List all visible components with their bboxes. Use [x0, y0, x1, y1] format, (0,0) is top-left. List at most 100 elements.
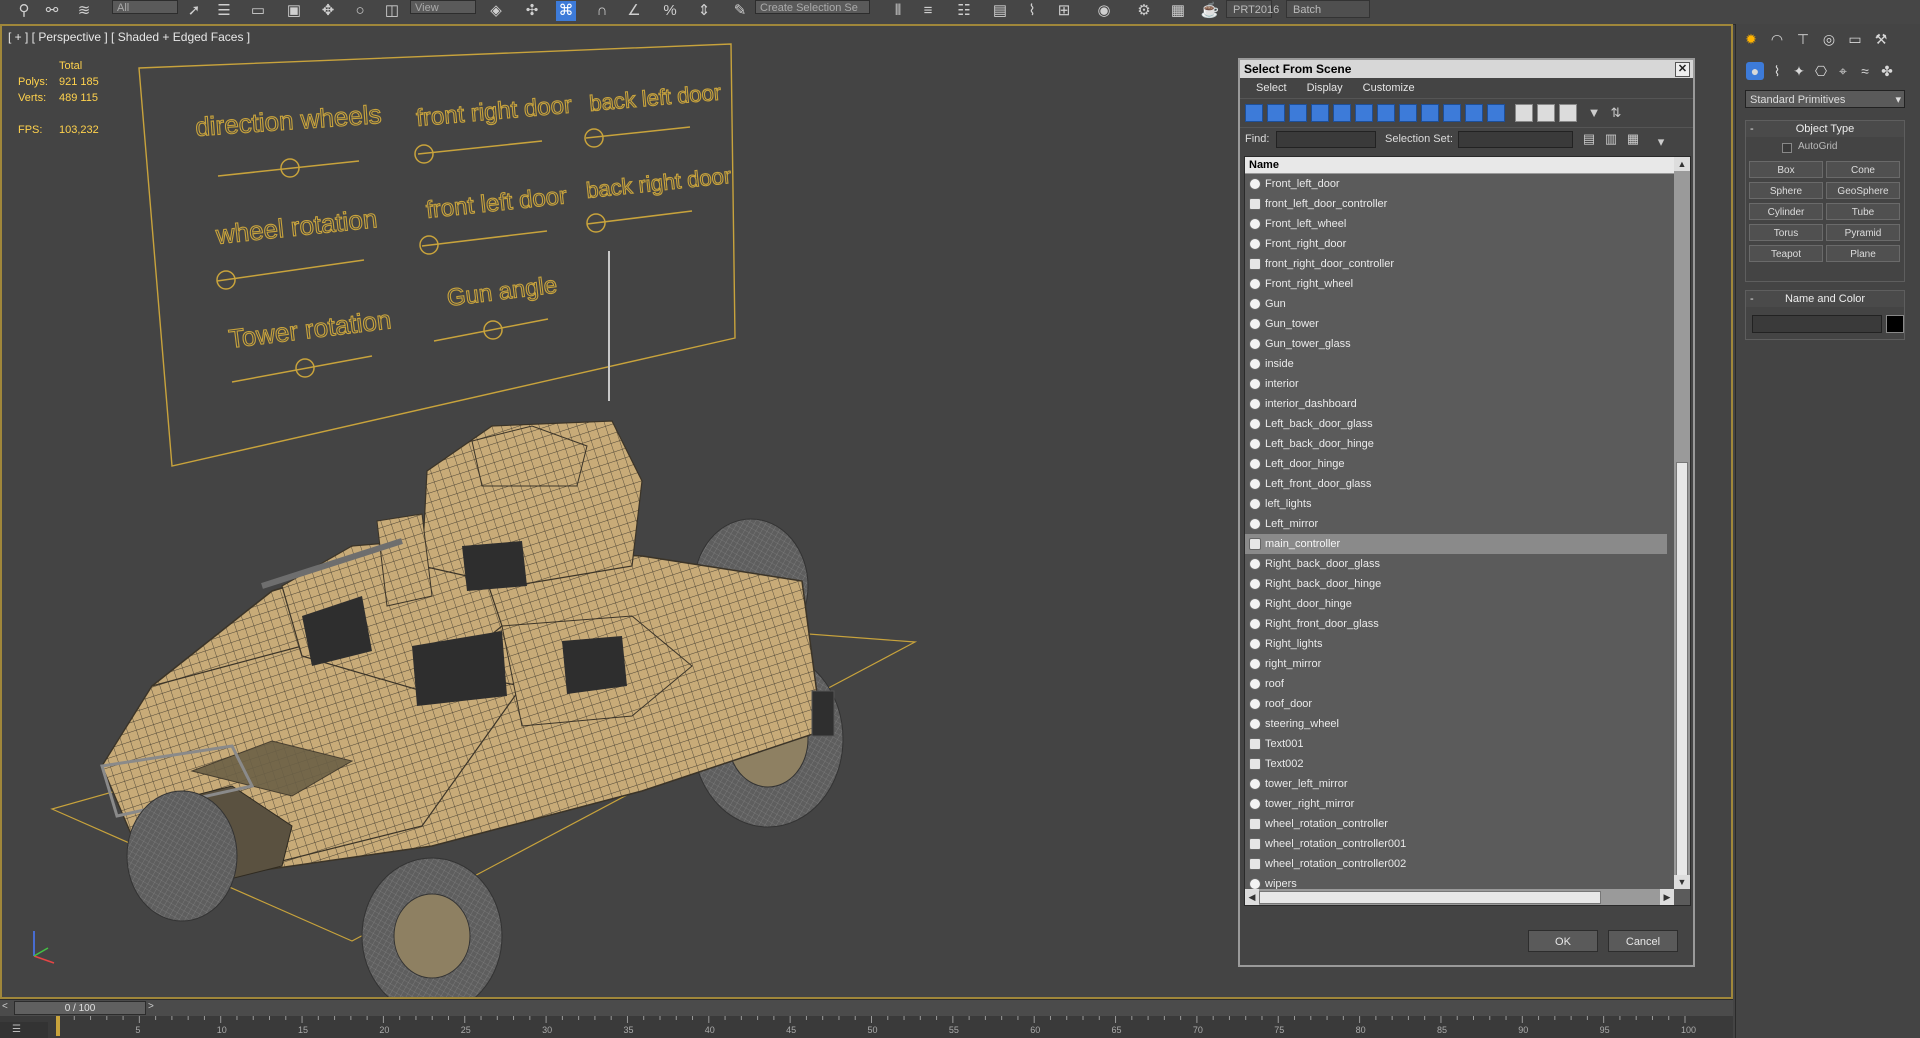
render-icon[interactable]: ☕ [1200, 1, 1220, 21]
list-item[interactable]: steering_wheel [1245, 714, 1667, 734]
rotate-icon[interactable]: ○ [350, 1, 370, 21]
display-lights-icon[interactable] [1289, 104, 1307, 122]
select-object-icon[interactable]: ➚ [184, 1, 204, 21]
list-item[interactable]: Right_back_door_hinge [1245, 574, 1667, 594]
cameras-icon[interactable]: ⎔ [1812, 62, 1830, 80]
unlink-icon[interactable]: ⚯ [42, 1, 62, 21]
dialog-titlebar[interactable]: Select From Scene ✕ [1240, 60, 1693, 78]
chevron-down-icon[interactable]: ▾ [1652, 133, 1670, 151]
cancel-button[interactable]: Cancel [1608, 930, 1678, 952]
primitive-sphere-button[interactable]: Sphere [1749, 182, 1823, 199]
window-crossing-icon[interactable]: ▣ [284, 1, 304, 21]
primitive-pyramid-button[interactable]: Pyramid [1826, 224, 1900, 241]
column-header-name[interactable]: Name [1245, 157, 1690, 174]
selection-set-dropdown[interactable] [1458, 131, 1573, 148]
named-selection-dropdown[interactable]: Create Selection Se [755, 0, 870, 14]
select-by-name-icon[interactable]: ☰ [214, 1, 234, 21]
mini-listener-icon[interactable]: ☰ [12, 1024, 21, 1035]
list-item[interactable]: interior [1245, 374, 1667, 394]
current-frame-marker[interactable] [56, 1016, 60, 1036]
display-bones-icon[interactable] [1421, 104, 1439, 122]
track-bar[interactable]: 5 10 15 20 25 30 35 40 45 50 55 60 65 70 75 80 85 90 95 100 [0, 1016, 1733, 1038]
spacewarps-icon[interactable]: ≈ [1856, 62, 1874, 80]
systems-icon[interactable]: ✤ [1878, 62, 1896, 80]
helpers-icon[interactable]: ⌖ [1834, 62, 1852, 80]
sort-icon[interactable]: ⇅ [1607, 104, 1625, 122]
rect-selection-icon[interactable]: ▭ [248, 1, 268, 21]
object-color-swatch[interactable] [1886, 315, 1904, 333]
angle-snap-icon[interactable]: ∠ [624, 1, 644, 21]
humvee-model[interactable] [100, 420, 844, 997]
display-panel-icon[interactable]: ▭ [1846, 30, 1864, 48]
select-invert-icon[interactable] [1559, 104, 1577, 122]
shapes-icon[interactable]: ⌇ [1768, 62, 1786, 80]
rendered-frame-icon[interactable]: ▦ [1168, 1, 1188, 21]
batch-render-button[interactable]: Batch Render... [1286, 0, 1370, 18]
mirror-icon[interactable]: ⫴ [888, 1, 908, 21]
list-item[interactable]: wheel_rotation_controller002 [1245, 854, 1667, 874]
close-icon[interactable]: ✕ [1675, 62, 1690, 77]
primitive-plane-button[interactable]: Plane [1826, 245, 1900, 262]
menu-select[interactable]: Select [1256, 78, 1287, 98]
vertical-scrollbar[interactable]: ▲ ▼ [1674, 157, 1690, 889]
category-dropdown[interactable]: Standard Primitives ▾ [1745, 90, 1905, 108]
time-slider[interactable]: 0 / 100 [14, 1001, 146, 1015]
link-icon[interactable]: ⚲ [14, 1, 34, 21]
reference-coord-dropdown[interactable]: View [410, 0, 476, 14]
list-item[interactable]: Left_back_door_glass [1245, 414, 1667, 434]
list-item[interactable]: wheel_rotation_controller001 [1245, 834, 1667, 854]
list-item[interactable]: Left_mirror [1245, 514, 1667, 534]
primitive-cylinder-button[interactable]: Cylinder [1749, 203, 1823, 220]
schematic-view-icon[interactable]: ⊞ [1054, 1, 1074, 21]
scroll-down-arrow[interactable]: ▼ [1674, 875, 1690, 889]
horizontal-scrollbar[interactable]: ◀ ▶ [1245, 889, 1674, 905]
scale-icon[interactable]: ◫ [382, 1, 402, 21]
list-item[interactable]: tower_left_mirror [1245, 774, 1667, 794]
list-item[interactable]: interior_dashboard [1245, 394, 1667, 414]
scroll-thumb[interactable] [1676, 462, 1688, 884]
scroll-up-arrow[interactable]: ▲ [1674, 157, 1690, 171]
menu-display[interactable]: Display [1307, 78, 1343, 98]
menu-customize[interactable]: Customize [1363, 78, 1415, 98]
list-item[interactable]: Gun_tower_glass [1245, 334, 1667, 354]
object-type-header[interactable]: - Object Type [1746, 121, 1904, 137]
prev-frame-arrow[interactable]: < [2, 1001, 8, 1012]
list-item[interactable]: right_mirror [1245, 654, 1667, 674]
add-selection-set-icon[interactable]: ▤ [1580, 130, 1598, 148]
curve-editor-icon[interactable]: ⌇ [1022, 1, 1042, 21]
select-all-icon[interactable] [1515, 104, 1533, 122]
pivot-center-icon[interactable]: ◈ [486, 1, 506, 21]
select-manipulate-icon[interactable]: ✣ [522, 1, 542, 21]
ok-button[interactable]: OK [1528, 930, 1598, 952]
list-item[interactable]: Right_lights [1245, 634, 1667, 654]
render-setup-icon[interactable]: ⚙ [1134, 1, 1154, 21]
display-geometry-icon[interactable] [1245, 104, 1263, 122]
list-item[interactable]: Left_door_hinge [1245, 454, 1667, 474]
display-hidden-icon[interactable] [1487, 104, 1505, 122]
scene-object-list[interactable]: Name Front_left_door front_left_door_cont… [1244, 156, 1691, 906]
geometry-icon[interactable]: ● [1746, 62, 1764, 80]
slider-wheel-rotation[interactable] [216, 259, 365, 290]
list-item[interactable]: Front_right_door [1245, 234, 1667, 254]
display-spacewarps-icon[interactable] [1355, 104, 1373, 122]
next-frame-arrow[interactable]: > [148, 1001, 154, 1012]
slider-front-right-door[interactable] [414, 140, 543, 164]
graphite-toolbox-icon[interactable]: ▤ [990, 1, 1010, 21]
primitive-torus-button[interactable]: Torus [1749, 224, 1823, 241]
name-and-color-header[interactable]: - Name and Color [1746, 291, 1904, 307]
list-item[interactable]: Right_front_door_glass [1245, 614, 1667, 634]
list-item[interactable]: Front_left_door [1245, 174, 1667, 194]
autogrid-checkbox[interactable] [1782, 143, 1792, 153]
list-item[interactable]: Right_door_hinge [1245, 594, 1667, 614]
list-item[interactable]: Left_front_door_glass [1245, 474, 1667, 494]
list-item[interactable]: Gun [1245, 294, 1667, 314]
percent-snap-icon[interactable]: % [660, 1, 680, 21]
edit-named-selection-icon[interactable]: ✎ [730, 1, 750, 21]
slider-back-right-door[interactable] [586, 210, 693, 233]
snaps-toggle-icon[interactable]: ∩ [592, 1, 612, 21]
list-item[interactable]: wheel_rotation_controller [1245, 814, 1667, 834]
display-helpers-icon[interactable] [1333, 104, 1351, 122]
list-item[interactable]: Gun_tower [1245, 314, 1667, 334]
prt-button[interactable]: PRT2016 [1226, 0, 1279, 18]
display-shapes-icon[interactable] [1267, 104, 1285, 122]
